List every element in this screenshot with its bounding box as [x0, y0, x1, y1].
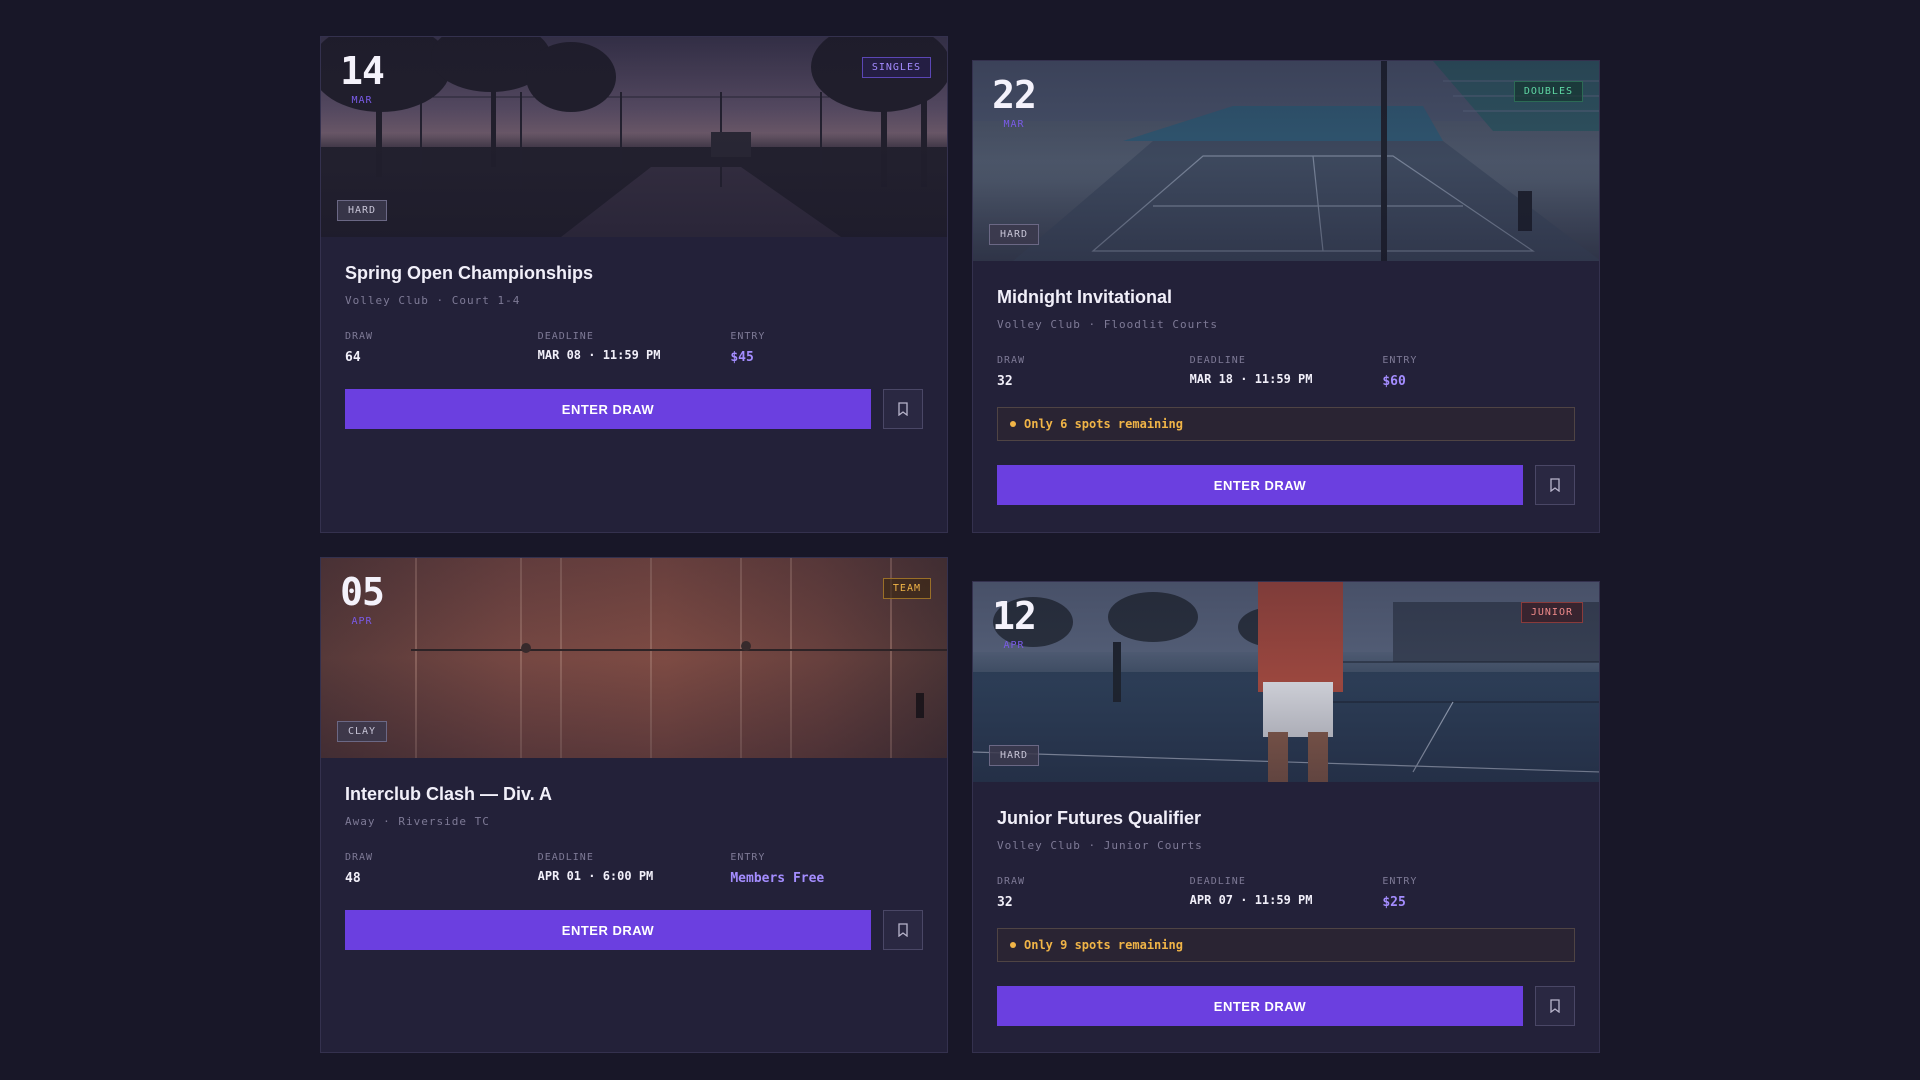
- draw-label: DRAW: [345, 331, 374, 342]
- tournament-venue: Away · Riverside TC: [345, 815, 490, 828]
- tournament-title: Spring Open Championships: [345, 263, 594, 283]
- draw-stat: DRAW 32: [997, 355, 1190, 389]
- warning-dot-icon: [1010, 942, 1016, 948]
- tournament-venue: Volley Club · Court 1-4: [345, 294, 521, 307]
- alert-text: Only 6 spots remaining: [1024, 417, 1183, 431]
- surface-badge: HARD: [337, 200, 388, 221]
- entry-value: $25: [1382, 895, 1406, 910]
- event-date: 05 APR: [337, 570, 387, 627]
- court-photo: 12 APR JUNIOR HARD: [973, 582, 1599, 782]
- draw-value: 32: [997, 374, 1013, 389]
- bookmark-button[interactable]: [883, 389, 923, 429]
- court-photo: 22 MAR DOUBLES HARD: [973, 61, 1599, 261]
- surface-badge: HARD: [989, 224, 1040, 245]
- draw-value: 48: [345, 871, 361, 886]
- bookmark-icon: [898, 923, 908, 937]
- deadline-value: APR 07 · 11:59 PM: [1189, 893, 1313, 907]
- court-photo: 14 MAR SINGLES HARD: [321, 37, 947, 237]
- entry-stat: ENTRY $25: [1382, 876, 1575, 910]
- tournament-card: 12 APR JUNIOR HARD Junior Futures Qualif…: [972, 581, 1600, 1053]
- bookmark-button[interactable]: [1535, 465, 1575, 505]
- draw-stat: DRAW 32: [997, 876, 1190, 910]
- warning-dot-icon: [1010, 421, 1016, 427]
- entry-value: $45: [730, 350, 754, 365]
- enter-draw-button[interactable]: ENTER DRAW: [997, 465, 1523, 505]
- event-date: 22 MAR: [989, 73, 1039, 130]
- bookmark-icon: [1550, 478, 1560, 492]
- court-photo: 05 APR TEAM CLAY: [321, 558, 947, 758]
- entry-label: ENTRY: [730, 852, 766, 863]
- event-day: 12: [992, 594, 1037, 638]
- deadline-value: APR 01 · 6:00 PM: [537, 869, 654, 883]
- entry-value: Members Free: [730, 871, 825, 886]
- bookmark-button[interactable]: [1535, 986, 1575, 1026]
- event-day: 22: [992, 73, 1037, 117]
- deadline-stat: DEADLINE APR 01 · 6:00 PM: [538, 852, 731, 886]
- draw-label: DRAW: [997, 355, 1026, 366]
- tournament-card: 14 MAR SINGLES HARD Spring Open Champion…: [320, 36, 948, 533]
- spots-remaining-alert: Only 9 spots remaining: [997, 928, 1575, 962]
- surface-badge: CLAY: [337, 721, 388, 742]
- deadline-stat: DEADLINE MAR 18 · 11:59 PM: [1190, 355, 1383, 389]
- entry-stat: ENTRY $60: [1382, 355, 1575, 389]
- entry-stat: ENTRY $45: [730, 331, 923, 365]
- category-badge: SINGLES: [861, 57, 931, 78]
- event-day: 14: [340, 49, 385, 93]
- deadline-stat: DEADLINE APR 07 · 11:59 PM: [1190, 876, 1383, 910]
- event-month: APR: [351, 616, 373, 627]
- deadline-label: DEADLINE: [1189, 355, 1246, 366]
- event-month: MAR: [351, 95, 373, 106]
- event-month: APR: [1003, 640, 1025, 651]
- entry-label: ENTRY: [1382, 355, 1418, 366]
- tournament-card: 22 MAR DOUBLES HARD Midnight Invitationa…: [972, 60, 1600, 533]
- tournament-title: Interclub Clash — Div. A: [345, 784, 553, 804]
- bookmark-icon: [1550, 999, 1560, 1013]
- bookmark-button[interactable]: [883, 910, 923, 950]
- draw-value: 64: [345, 350, 361, 365]
- event-day: 05: [340, 570, 385, 614]
- draw-label: DRAW: [997, 876, 1026, 887]
- entry-label: ENTRY: [1382, 876, 1418, 887]
- entry-value: $60: [1382, 374, 1406, 389]
- draw-stat: DRAW 48: [345, 852, 538, 886]
- spots-remaining-alert: Only 6 spots remaining: [997, 407, 1575, 441]
- category-badge: TEAM: [882, 578, 931, 599]
- draw-stat: DRAW 64: [345, 331, 538, 365]
- event-month: MAR: [1003, 119, 1025, 130]
- tournament-venue: Volley Club · Junior Courts: [997, 839, 1203, 852]
- deadline-label: DEADLINE: [1189, 876, 1246, 887]
- enter-draw-button[interactable]: ENTER DRAW: [997, 986, 1523, 1026]
- deadline-value: MAR 18 · 11:59 PM: [1189, 372, 1313, 386]
- event-date: 14 MAR: [337, 49, 387, 106]
- tournament-title: Junior Futures Qualifier: [997, 808, 1202, 828]
- draw-value: 32: [997, 895, 1013, 910]
- alert-text: Only 9 spots remaining: [1024, 938, 1183, 952]
- tournament-card: 05 APR TEAM CLAY Interclub Clash — Div. …: [320, 557, 948, 1053]
- deadline-label: DEADLINE: [537, 852, 594, 863]
- draw-label: DRAW: [345, 852, 374, 863]
- event-date: 12 APR: [989, 594, 1039, 651]
- entry-label: ENTRY: [730, 331, 766, 342]
- tournament-title: Midnight Invitational: [997, 287, 1172, 307]
- tournament-venue: Volley Club · Floodlit Courts: [997, 318, 1219, 331]
- category-badge: JUNIOR: [1520, 602, 1583, 623]
- deadline-label: DEADLINE: [537, 331, 594, 342]
- surface-badge: HARD: [989, 745, 1040, 766]
- category-badge: DOUBLES: [1513, 81, 1583, 102]
- bookmark-icon: [898, 402, 908, 416]
- deadline-stat: DEADLINE MAR 08 · 11:59 PM: [538, 331, 731, 365]
- deadline-value: MAR 08 · 11:59 PM: [537, 348, 661, 362]
- enter-draw-button[interactable]: ENTER DRAW: [345, 389, 871, 429]
- entry-stat: ENTRY Members Free: [730, 852, 923, 886]
- enter-draw-button[interactable]: ENTER DRAW: [345, 910, 871, 950]
